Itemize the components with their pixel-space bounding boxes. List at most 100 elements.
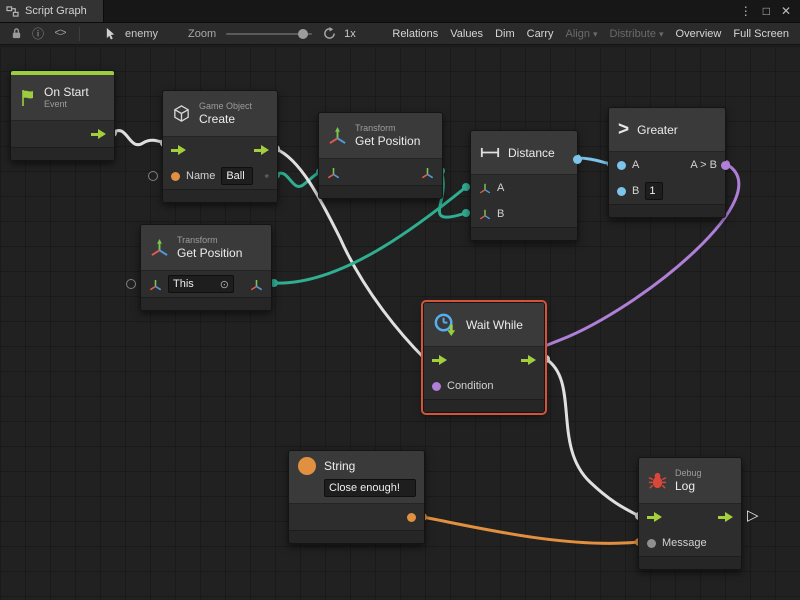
port-row [319, 159, 442, 185]
condition-row: Condition [424, 373, 544, 399]
vector3-output-port[interactable] [421, 166, 434, 179]
flow-output-port[interactable] [521, 355, 536, 366]
graph-canvas[interactable]: On Start Event Game Object Create [0, 46, 800, 600]
zoom-slider-knob[interactable] [298, 29, 308, 39]
node-footer [289, 530, 424, 543]
carry-button[interactable]: Carry [521, 23, 560, 45]
message-input-port[interactable] [647, 539, 656, 548]
flag-icon [20, 89, 36, 107]
condition-label: Condition [447, 380, 493, 392]
wire-onstart-to-create[interactable] [113, 131, 164, 145]
transform-input-port[interactable] [327, 166, 340, 179]
maximize-icon[interactable]: □ [763, 5, 770, 17]
distribute-button[interactable]: Distribute ▾ [604, 23, 670, 45]
b-value-input[interactable] [645, 182, 663, 200]
script-graph-window: Script Graph ⋮ □ ✕ ⓘ <> enemy Zoom [0, 0, 800, 600]
code-icon[interactable]: <> [52, 28, 68, 40]
node-subtitle: Transform [355, 123, 420, 134]
flow-output-port[interactable] [254, 145, 269, 156]
node-get-position-top[interactable]: Transform Get Position [318, 112, 443, 199]
node-header: Wait While [424, 303, 544, 347]
vector3-input-port[interactable] [479, 182, 491, 194]
relations-button[interactable]: Relations [386, 23, 444, 45]
panel-menu-icon[interactable]: ⋮ [740, 5, 752, 17]
graph-name: enemy [125, 28, 158, 40]
node-string-literal[interactable]: String [288, 450, 425, 544]
tab-script-graph[interactable]: Script Graph [0, 0, 104, 22]
node-greater[interactable]: > Greater A A > B B [608, 107, 726, 218]
string-output-port[interactable] [407, 513, 416, 522]
node-title: On Start [44, 85, 89, 99]
titlebar: Script Graph ⋮ □ ✕ [0, 0, 800, 23]
this-object-field[interactable]: This ⊙ [168, 275, 234, 293]
input-b-label: B [497, 208, 504, 220]
bool-input-port[interactable] [432, 382, 441, 391]
bool-output-port[interactable] [721, 161, 730, 170]
flow-output-port[interactable] [718, 512, 733, 523]
node-get-position-bottom[interactable]: Transform Get Position This ⊙ [140, 224, 272, 311]
node-footer [609, 204, 725, 217]
zoom-label: Zoom [188, 28, 216, 40]
node-header: Distance [471, 131, 577, 175]
transform-input-port[interactable] [149, 278, 162, 291]
full-screen-button[interactable]: Full Screen [727, 23, 795, 45]
distance-output-port[interactable] [573, 155, 582, 164]
wire-create-to-getposition[interactable] [276, 172, 320, 187]
port-row: This ⊙ [141, 271, 271, 297]
vector3-output-port[interactable] [250, 278, 263, 291]
values-button[interactable]: Values [444, 23, 489, 45]
transform-icon [328, 126, 347, 145]
info-icon[interactable]: ⓘ [30, 25, 46, 42]
dim-button[interactable]: Dim [489, 23, 521, 45]
node-subtitle: Game Object [199, 101, 252, 112]
flow-input-port[interactable] [647, 512, 662, 523]
wire-getposition-top-to-distance-b[interactable] [439, 171, 466, 217]
toolbar-buttons: Relations Values Dim Carry Align ▾ Distr… [386, 23, 795, 45]
zoom-slider[interactable] [226, 33, 312, 35]
string-value-input[interactable] [324, 479, 416, 497]
zoom-reset-icon[interactable] [321, 27, 337, 40]
lock-icon[interactable] [8, 27, 24, 40]
wait-while-icon [433, 312, 458, 337]
unconnected-port[interactable] [148, 171, 158, 181]
wire-distance-to-greater[interactable] [577, 158, 611, 164]
node-footer [141, 297, 271, 310]
wire-string-to-message[interactable] [423, 517, 639, 543]
flow-input-port[interactable] [171, 145, 186, 156]
node-wait-while[interactable]: Wait While Condition [423, 302, 545, 413]
node-game-object-create[interactable]: Game Object Create Name [162, 90, 278, 203]
graph-toolbar: ⓘ <> enemy Zoom 1x Relations Values Dim … [0, 23, 800, 45]
node-footer [424, 399, 544, 412]
titlebar-controls: ⋮ □ ✕ [740, 5, 800, 17]
node-header: > Greater [609, 108, 725, 152]
cube-icon [172, 104, 191, 123]
node-footer [11, 147, 114, 160]
game-object-output-port[interactable] [265, 169, 269, 183]
node-debug-log[interactable]: Debug Log Message [638, 457, 742, 570]
wire-waitwhile-to-log[interactable] [546, 359, 639, 516]
node-title: Distance [508, 146, 555, 160]
node-title: Create [199, 112, 252, 126]
unconnected-port[interactable] [126, 279, 136, 289]
number-input-port-b[interactable] [617, 187, 626, 196]
align-button-label: Align [566, 23, 590, 45]
input-a-row: A [471, 175, 577, 201]
node-header: On Start Event [11, 75, 114, 121]
align-button[interactable]: Align ▾ [560, 23, 604, 45]
name-row: Name [163, 163, 277, 189]
vector3-input-port[interactable] [479, 208, 491, 220]
wire-getposition-bottom-to-distance-a[interactable] [274, 187, 466, 283]
node-on-start-event[interactable]: On Start Event [10, 70, 115, 161]
overview-button[interactable]: Overview [670, 23, 728, 45]
flow-output-port[interactable] [91, 129, 106, 140]
name-input[interactable] [221, 167, 253, 185]
close-icon[interactable]: ✕ [781, 5, 791, 17]
flow-input-port[interactable] [432, 355, 447, 366]
node-distance[interactable]: Distance A B [470, 130, 578, 241]
number-input-port-a[interactable] [617, 161, 626, 170]
string-input-port[interactable] [171, 172, 180, 181]
flow-row [424, 347, 544, 373]
object-picker-icon[interactable]: ⊙ [220, 278, 229, 291]
node-subtitle: Debug [675, 468, 702, 479]
node-title: Get Position [177, 246, 242, 260]
